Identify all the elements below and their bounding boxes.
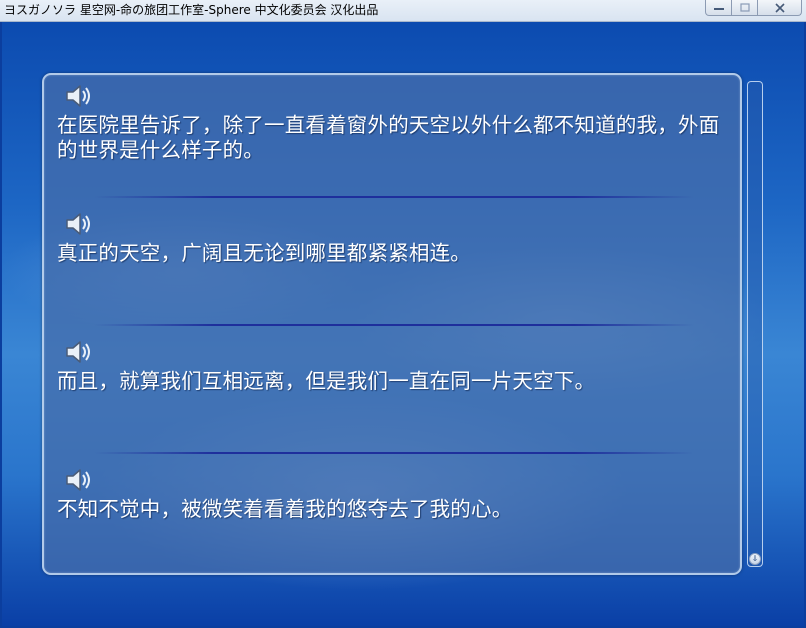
backlog-text: 在医院里告诉了，除了一直看着窗外的天空以外什么都不知道的我，外面的世界是什么样子… bbox=[57, 113, 720, 162]
maximize-icon bbox=[739, 2, 750, 12]
backlog-text: 而且，就算我们互相远离，但是我们一直在同一片天空下。 bbox=[57, 369, 596, 393]
scroll-down-arrow-icon[interactable]: ⇓ bbox=[749, 553, 761, 565]
minimize-button[interactable] bbox=[705, 0, 732, 16]
backlog-text: 不知不觉中，被微笑着看着我的悠夺去了我的心。 bbox=[57, 497, 513, 521]
entry-divider bbox=[94, 452, 694, 454]
close-button[interactable] bbox=[758, 0, 802, 16]
maximize-button[interactable] bbox=[732, 0, 758, 16]
entry-divider bbox=[94, 196, 694, 198]
window-title: ヨスガノソラ 星空网-命の旅团工作室-Sphere 中文化委员会 汉化出品 bbox=[4, 3, 379, 17]
backlog-scrollbar[interactable]: ⇓ bbox=[747, 81, 763, 567]
game-background: 在医院里告诉了，除了一直看着窗外的天空以外什么都不知道的我，外面的世界是什么样子… bbox=[2, 22, 804, 626]
game-window: ヨスガノソラ 星空网-命の旅团工作室-Sphere 中文化委员会 汉化出品 在医… bbox=[0, 0, 806, 628]
speaker-icon[interactable] bbox=[64, 211, 94, 237]
backlog-text: 真正的天空，广阔且无论到哪里都紧紧相连。 bbox=[57, 241, 471, 265]
window-controls bbox=[705, 0, 802, 17]
backlog-panel: 在医院里告诉了，除了一直看着窗外的天空以外什么都不知道的我，外面的世界是什么样子… bbox=[42, 73, 742, 575]
title-bar[interactable]: ヨスガノソラ 星空网-命の旅团工作室-Sphere 中文化委员会 汉化出品 bbox=[0, 0, 806, 22]
speaker-icon[interactable] bbox=[64, 83, 94, 109]
speaker-icon[interactable] bbox=[64, 339, 94, 365]
close-icon bbox=[774, 2, 785, 13]
minimize-icon bbox=[713, 7, 724, 10]
speaker-icon[interactable] bbox=[64, 467, 94, 493]
entry-divider bbox=[94, 324, 694, 326]
